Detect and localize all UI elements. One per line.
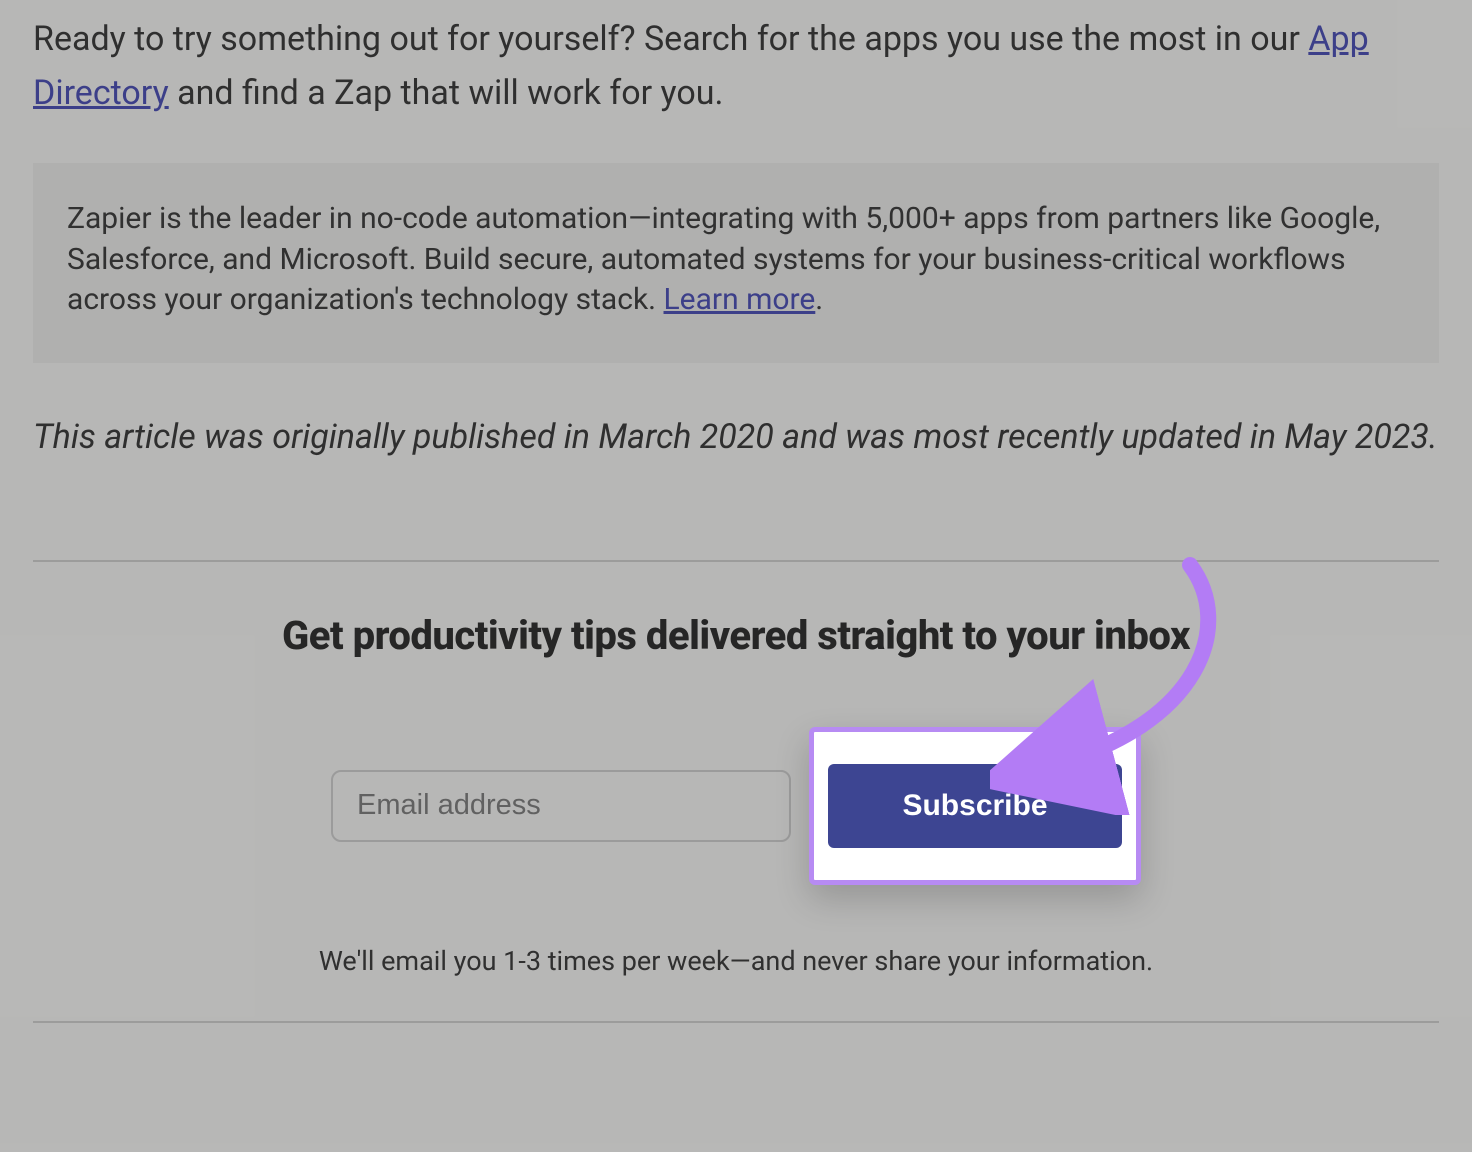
intro-text-after: and find a Zap that will work for you. — [169, 73, 724, 113]
divider-bottom — [33, 1021, 1439, 1023]
subscribe-highlight-box: Subscribe — [809, 727, 1141, 885]
article-body: Ready to try something out for yourself?… — [0, 0, 1472, 1023]
article-meta-note: This article was originally published in… — [33, 411, 1439, 464]
callout-body-after: . — [815, 282, 823, 317]
newsletter-signup: Get productivity tips delivered straight… — [33, 562, 1439, 1021]
signup-disclaimer: We'll email you 1-3 times per week—and n… — [33, 945, 1439, 977]
learn-more-link[interactable]: Learn more — [664, 282, 816, 317]
subscribe-button[interactable]: Subscribe — [828, 764, 1122, 848]
intro-text-before: Ready to try something out for yourself?… — [33, 19, 1308, 59]
signup-form-row: Subscribe — [33, 727, 1439, 885]
signup-heading: Get productivity tips delivered straight… — [33, 612, 1439, 659]
info-callout: Zapier is the leader in no-code automati… — [33, 163, 1439, 363]
email-input[interactable] — [331, 770, 791, 842]
intro-paragraph: Ready to try something out for yourself?… — [33, 12, 1439, 121]
